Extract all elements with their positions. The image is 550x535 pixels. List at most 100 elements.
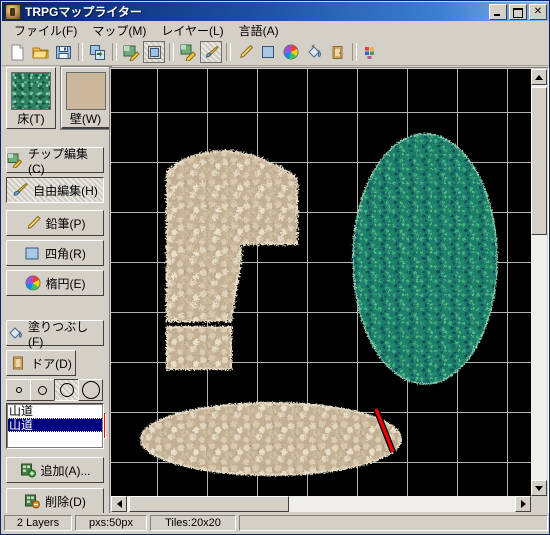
menu-language[interactable]: 言語(A) xyxy=(233,20,288,41)
wall-blob-lower xyxy=(140,402,402,476)
title-bar: TRPGマップライター ✕ xyxy=(2,2,549,21)
tool-pencil-label: 鉛筆(P) xyxy=(45,216,86,231)
free-brush-icon[interactable] xyxy=(200,41,222,63)
toolbar-separator xyxy=(112,43,117,61)
layer-add-button[interactable]: 追加(A)... xyxy=(6,457,104,483)
scroll-right-button[interactable] xyxy=(515,496,531,512)
scroll-down-button[interactable] xyxy=(531,480,547,496)
brush-size-4[interactable] xyxy=(78,379,103,401)
menu-bar: ファイル(F) マップ(M) レイヤー(L) 言語(A) xyxy=(2,20,549,41)
layer-delete-icon xyxy=(25,494,41,509)
toolbar-separator xyxy=(169,43,174,61)
wall-blob-upper xyxy=(166,150,298,322)
floor-grass-texture xyxy=(11,72,51,110)
free-edit-brush-icon xyxy=(13,182,28,196)
minimize-button[interactable] xyxy=(489,3,507,20)
tool-door-label: ドア(D) xyxy=(31,356,72,371)
scroll-left-button[interactable] xyxy=(111,496,127,512)
wall-neck xyxy=(166,326,232,370)
left-tool-panel: 床(T) 壁(W) チップ編集(C) 自由編集(H) 鉛筆(P) 四角(R) 楕… xyxy=(2,67,111,514)
list-item[interactable]: 山道 xyxy=(7,404,103,418)
new-file-icon[interactable] xyxy=(6,41,28,63)
tool-ellipse-label: 楕円(E) xyxy=(45,276,86,291)
pencil-icon xyxy=(26,215,41,230)
chevron-right-icon xyxy=(520,500,526,508)
status-extra xyxy=(239,515,548,531)
hscroll-thumb[interactable] xyxy=(129,496,289,512)
rectangle-icon xyxy=(25,247,39,260)
texture-tabs: 床(T) 壁(W) xyxy=(6,67,111,129)
status-layers: 2 Layers xyxy=(4,515,72,531)
tool-free-edit[interactable]: 自由編集(H) xyxy=(6,177,104,203)
application-window: TRPGマップライター ✕ ファイル(F) マップ(M) レイヤー(L) 言語(… xyxy=(0,0,550,535)
tool-rectangle[interactable]: 四角(R) xyxy=(6,240,104,266)
toolbar xyxy=(2,39,549,66)
menu-layer[interactable]: レイヤー(L) xyxy=(155,20,232,41)
window-title: TRPGマップライター xyxy=(25,5,142,19)
ellipse-color-wheel-icon[interactable] xyxy=(280,41,302,63)
chevron-left-icon xyxy=(116,500,122,508)
status-pixel-size: pxs:50px xyxy=(75,515,147,531)
tool-pencil[interactable]: 鉛筆(P) xyxy=(6,210,104,236)
toolbar-separator xyxy=(78,43,83,61)
tool-rectangle-label: 四角(R) xyxy=(45,246,86,261)
menu-file[interactable]: ファイル(F) xyxy=(8,20,86,41)
paint-bucket-icon[interactable] xyxy=(303,41,325,63)
tool-chip-edit[interactable]: チップ編集(C) xyxy=(6,146,104,176)
window-controls: ✕ xyxy=(489,3,547,20)
brush-size-1[interactable] xyxy=(6,379,31,401)
layer-list[interactable]: 山道 山道 xyxy=(6,403,104,449)
tool-fill-label: 塗りつぶし(F) xyxy=(28,319,89,349)
vertical-scrollbar[interactable] xyxy=(531,69,547,496)
chip-edit-icon[interactable] xyxy=(120,41,142,63)
brush-size-group xyxy=(6,379,103,401)
open-folder-icon[interactable] xyxy=(29,41,51,63)
door-icon xyxy=(13,356,24,370)
status-bar: 2 Layers pxs:50px Tiles:20x20 xyxy=(2,513,549,533)
paint-bucket-icon xyxy=(9,327,22,339)
brush-size-2[interactable] xyxy=(30,379,55,401)
list-item[interactable]: 山道 xyxy=(7,418,103,432)
chip-edit-icon xyxy=(7,153,23,168)
map-canvas-frame xyxy=(109,67,549,514)
menu-map[interactable]: マップ(M) xyxy=(86,20,155,41)
wall-stone-texture xyxy=(65,72,106,110)
pencil-icon[interactable] xyxy=(234,41,256,63)
layer-add-label: 追加(A)... xyxy=(40,463,91,478)
tool-fill[interactable]: 塗りつぶし(F) xyxy=(6,319,104,349)
map-canvas[interactable] xyxy=(111,69,531,496)
scroll-up-button[interactable] xyxy=(531,69,547,85)
export-image-icon[interactable] xyxy=(86,41,108,63)
close-button[interactable]: ✕ xyxy=(529,3,547,20)
layer-delete-button[interactable]: 削除(D) xyxy=(6,488,104,514)
rectangle-icon[interactable] xyxy=(257,41,279,63)
ellipse-icon xyxy=(25,275,40,291)
chip-pencil-icon[interactable] xyxy=(177,41,199,63)
toolbar-separator xyxy=(352,43,357,61)
floor-blob-right xyxy=(352,133,498,385)
texture-tab-floor[interactable]: 床(T) xyxy=(6,67,56,129)
scrollbar-corner xyxy=(531,496,547,512)
app-icon xyxy=(5,3,21,20)
texture-tab-floor-label: 床(T) xyxy=(17,112,45,126)
vscroll-thumb[interactable] xyxy=(531,87,547,235)
chevron-down-icon xyxy=(535,485,543,491)
tool-free-edit-label: 自由編集(H) xyxy=(33,183,98,198)
select-rect-icon[interactable] xyxy=(143,41,165,63)
brush-size-3[interactable] xyxy=(54,379,79,401)
layer-add-icon xyxy=(20,463,36,478)
palette-grid-icon[interactable] xyxy=(360,41,382,63)
texture-tab-wall[interactable]: 壁(W) xyxy=(61,67,111,129)
door-icon[interactable] xyxy=(326,41,348,63)
tool-door[interactable]: ドア(D) xyxy=(6,350,76,376)
maximize-button[interactable] xyxy=(509,3,527,20)
save-floppy-icon[interactable] xyxy=(52,41,74,63)
tool-ellipse[interactable]: 楕円(E) xyxy=(6,270,104,296)
texture-tab-wall-label: 壁(W) xyxy=(69,112,102,126)
chevron-up-icon xyxy=(535,74,543,80)
layer-delete-label: 削除(D) xyxy=(45,494,86,509)
tool-chip-edit-label: チップ編集(C) xyxy=(28,146,89,176)
toolbar-separator xyxy=(226,43,231,61)
status-tiles: Tiles:20x20 xyxy=(150,515,236,531)
horizontal-scrollbar[interactable] xyxy=(111,496,531,512)
